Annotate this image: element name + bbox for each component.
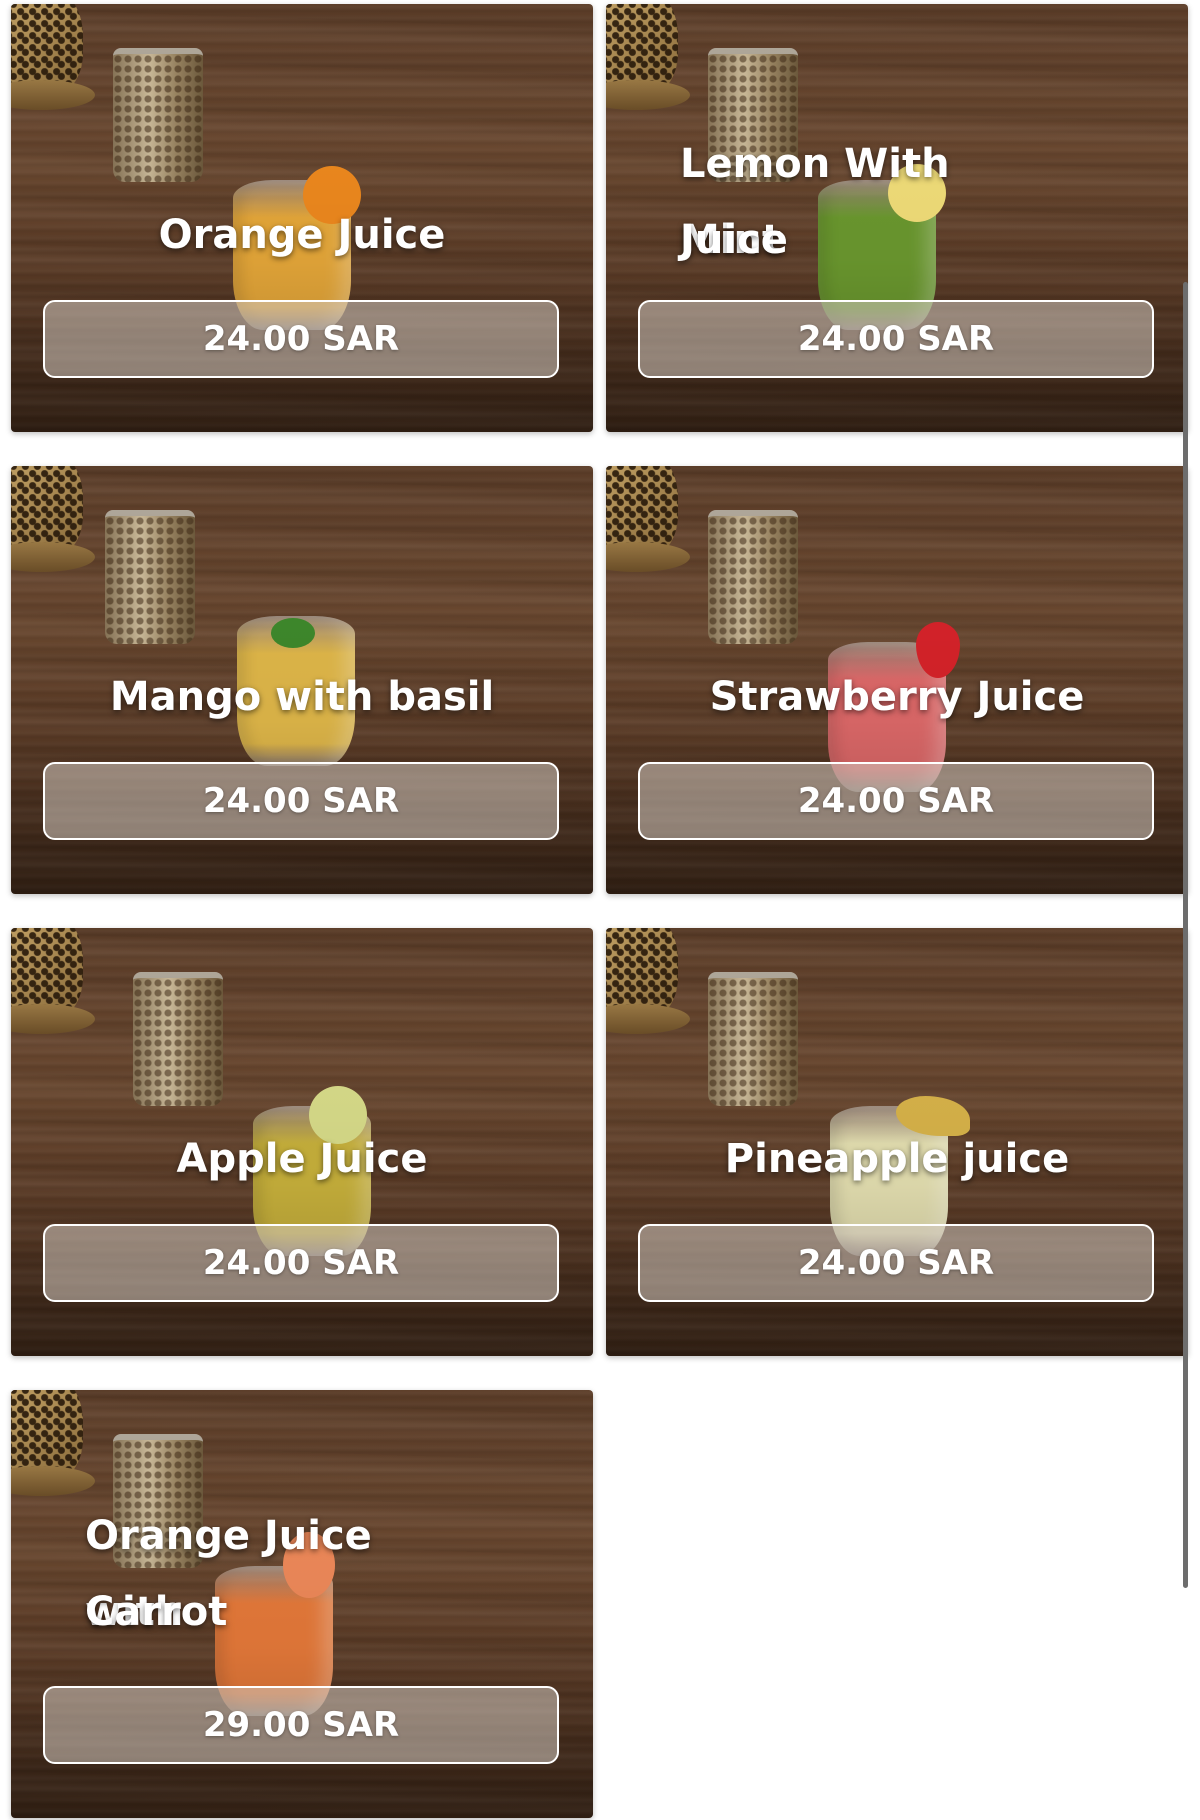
lantern-decoration: [606, 928, 698, 1038]
item-name-line2: Juice: [680, 217, 788, 263]
lantern-decoration: [11, 466, 103, 576]
lantern-decoration: [11, 928, 103, 1038]
cup-decoration: [105, 510, 195, 644]
menu-card-orange-juice[interactable]: Orange Juice 24.00 SAR: [11, 4, 593, 432]
vertical-scrollbar[interactable]: [1183, 282, 1188, 1588]
menu-grid: Orange Juice 24.00 SAR Lemon With Mint J…: [0, 0, 1200, 1820]
price-button[interactable]: 24.00 SAR: [43, 300, 559, 378]
price-button[interactable]: 24.00 SAR: [638, 1224, 1154, 1302]
menu-card-apple-juice[interactable]: Apple Juice 24.00 SAR: [11, 928, 593, 1356]
item-name-line2: Carrot: [85, 1589, 228, 1635]
cup-decoration: [133, 972, 223, 1106]
price-button[interactable]: 29.00 SAR: [43, 1686, 559, 1764]
item-name: Pineapple juice: [724, 1136, 1070, 1182]
item-name: Strawberry Juice: [709, 674, 1085, 720]
menu-card-mango-basil[interactable]: Mango with basil 24.00 SAR: [11, 466, 593, 894]
lantern-decoration: [11, 4, 103, 114]
lantern-decoration: [606, 466, 698, 576]
cup-decoration: [708, 972, 798, 1106]
lantern-decoration: [606, 4, 698, 114]
price-button[interactable]: 24.00 SAR: [638, 300, 1154, 378]
menu-card-orange-carrot-juice[interactable]: Orange Juice with Carrot 29.00 SAR: [11, 1390, 593, 1818]
strawberry-garnish: [916, 622, 960, 678]
cup-decoration: [708, 510, 798, 644]
menu-card-strawberry-juice[interactable]: Strawberry Juice 24.00 SAR: [606, 466, 1188, 894]
menu-card-pineapple-juice[interactable]: Pineapple juice 24.00 SAR: [606, 928, 1188, 1356]
item-name: Apple Juice: [176, 1136, 428, 1182]
price-button[interactable]: 24.00 SAR: [638, 762, 1154, 840]
item-name: Orange Juice: [158, 212, 446, 258]
lantern-decoration: [11, 1390, 103, 1500]
price-button[interactable]: 24.00 SAR: [43, 762, 559, 840]
item-name: Mango with basil: [109, 674, 495, 720]
menu-card-lemon-mint-juice[interactable]: Lemon With Mint Juice 24.00 SAR: [606, 4, 1188, 432]
price-button[interactable]: 24.00 SAR: [43, 1224, 559, 1302]
basil-garnish: [271, 618, 315, 648]
cup-decoration: [113, 48, 203, 182]
